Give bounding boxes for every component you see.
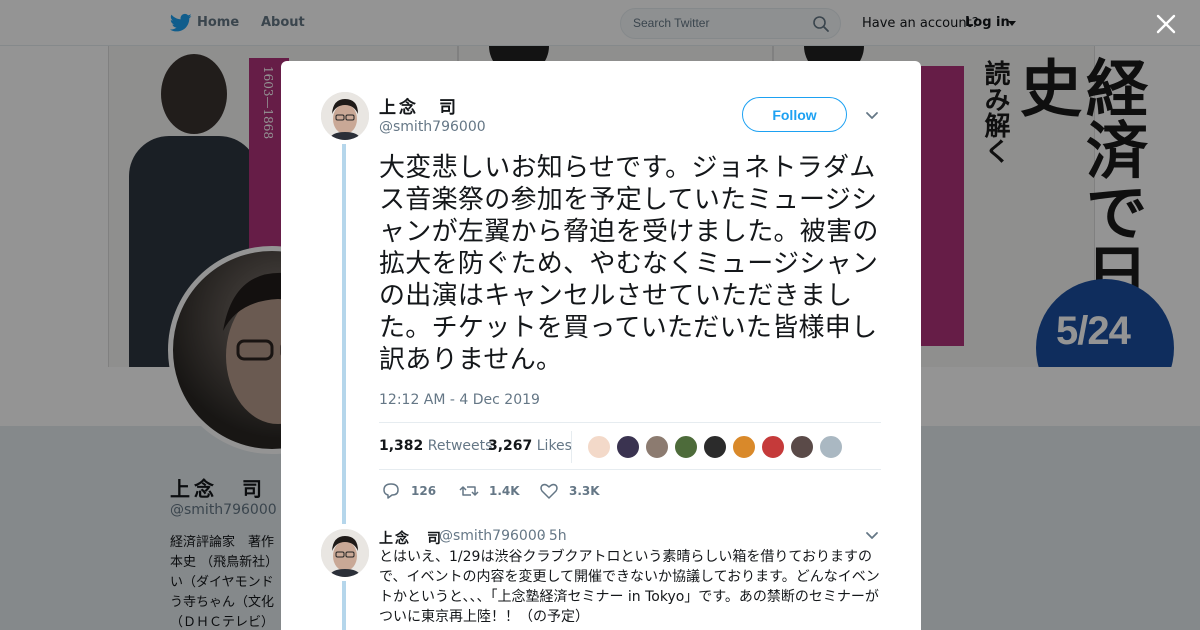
reply-thread-line — [342, 581, 346, 630]
tweet-modal: 上念 司 @smith796000 Follow 大変悲しいお知らせです。ジョネ… — [281, 61, 921, 630]
liker-avatar[interactable] — [645, 435, 669, 459]
reply-author-name[interactable]: 上念 司 — [379, 528, 443, 548]
chevron-down-icon[interactable] — [865, 111, 879, 121]
reply-icon — [383, 483, 399, 499]
reply-time[interactable]: · 5h — [540, 528, 567, 544]
reply-author-avatar[interactable] — [321, 529, 369, 577]
author-name[interactable]: 上念 司 — [379, 93, 459, 118]
tweet-stats: 1,382 Retweets 3,267 Likes — [379, 422, 881, 470]
tweet-text: 大変悲しいお知らせです。ジョネトラダムス音楽祭の参加を予定していたミュージシャン… — [379, 153, 879, 375]
author-avatar[interactable] — [321, 92, 369, 140]
likes-label: Likes — [536, 438, 572, 454]
reply-avatar-face — [321, 529, 369, 577]
like-icon — [540, 483, 558, 499]
liker-avatar[interactable] — [674, 435, 698, 459]
retweets-label: Retweets — [427, 438, 493, 454]
like-action-count: 3.3K — [569, 484, 600, 498]
liker-avatar[interactable] — [703, 435, 727, 459]
reply-count: 126 — [411, 484, 437, 498]
author-handle[interactable]: @smith796000 — [379, 119, 486, 135]
likes-stat[interactable]: 3,267 Likes — [488, 438, 572, 454]
liker-avatar[interactable] — [790, 435, 814, 459]
reply-text: とはいえ、1/29は渋谷クラブクアトロという素晴らしい箱を借りておりますので、イ… — [379, 549, 880, 625]
liker-avatar[interactable] — [732, 435, 756, 459]
stats-divider — [571, 431, 572, 463]
retweets-count: 1,382 — [379, 438, 424, 454]
thread-line — [342, 144, 346, 524]
retweet-icon — [459, 486, 479, 496]
likes-count: 3,267 — [488, 438, 533, 454]
reply-author-handle[interactable]: @smith796000 — [439, 528, 546, 544]
liker-avatar[interactable] — [761, 435, 785, 459]
retweets-stat[interactable]: 1,382 Retweets — [379, 438, 492, 454]
liker-avatar[interactable] — [819, 435, 843, 459]
liker-avatar[interactable] — [616, 435, 640, 459]
tweet-actions: 126 1.4K 3.3K — [379, 479, 779, 503]
close-icon[interactable] — [1154, 12, 1178, 36]
reply-chevron-down-icon[interactable] — [865, 531, 879, 541]
follow-button[interactable]: Follow — [742, 97, 847, 132]
author-avatar-face — [321, 92, 369, 140]
retweet-action-count: 1.4K — [489, 484, 520, 498]
liker-avatar[interactable] — [587, 435, 611, 459]
tweet-timestamp[interactable]: 12:12 AM - 4 Dec 2019 — [379, 392, 540, 408]
